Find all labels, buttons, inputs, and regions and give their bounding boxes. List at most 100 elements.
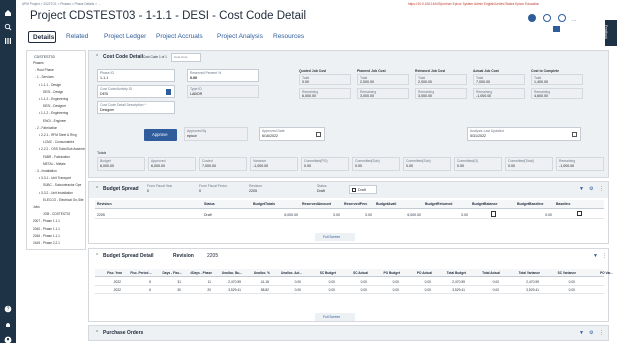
menu-icon[interactable] bbox=[4, 32, 12, 44]
tab-resources[interactable]: Resources bbox=[273, 33, 304, 40]
draft-checkbox[interactable]: Draft bbox=[349, 185, 377, 194]
calendar-icon[interactable] bbox=[572, 132, 577, 137]
tree-item[interactable]: • 2-2.2 - OSS Subs/Sub Assembl bbox=[39, 147, 85, 151]
tab-project-accruals[interactable]: Project Accruals bbox=[156, 33, 203, 40]
tree-item[interactable]: JOB - CDSTEST03 bbox=[43, 212, 70, 216]
tree-item[interactable]: - 3 - Installation bbox=[35, 169, 57, 173]
search-icon[interactable] bbox=[4, 18, 12, 31]
column-header[interactable]: Baseline bbox=[556, 202, 603, 206]
filter-icon[interactable]: ▼ bbox=[579, 330, 584, 336]
column-header[interactable]: Fisc. Year bbox=[96, 271, 122, 275]
tab-project-ledger[interactable]: Project Ledger bbox=[104, 33, 146, 40]
column-header[interactable]: Total Budget bbox=[434, 271, 466, 275]
column-header[interactable]: Revision bbox=[97, 202, 201, 206]
full-screen-button[interactable]: Full Screen bbox=[315, 233, 355, 241]
column-header[interactable]: BudgetBaseline bbox=[517, 202, 553, 206]
column-header[interactable]: Unalloc. Act... bbox=[272, 271, 302, 275]
tree-item[interactable]: ENGI - Engineer bbox=[43, 119, 66, 123]
more-vert-icon[interactable]: ⋮ bbox=[599, 186, 604, 192]
cost-code-field[interactable]: Cost Code/Activity ID DESI bbox=[97, 85, 175, 98]
column-header[interactable]: BudgetReturned bbox=[425, 202, 469, 206]
column-header[interactable]: Unalloc. % bbox=[244, 271, 270, 275]
column-header[interactable]: ReservedPerc bbox=[344, 202, 373, 206]
tab-related[interactable]: Related bbox=[66, 33, 88, 40]
budget-spread-detail-section: ⌃ Budget Spread Detail Revision 2205 ▼ ⋮… bbox=[88, 248, 613, 322]
overflow-icon[interactable]: ... bbox=[572, 17, 576, 23]
tree-item[interactable]: • 1-1.2 - Engineering bbox=[39, 97, 68, 101]
filter-icon[interactable]: ▼ bbox=[579, 186, 584, 192]
baseline-checkbox[interactable] bbox=[577, 211, 582, 216]
column-header[interactable]: Status bbox=[204, 202, 250, 206]
feedback-tab[interactable]: Feedback bbox=[604, 20, 617, 46]
gear-icon[interactable] bbox=[543, 14, 551, 22]
tree-item[interactable]: FABR - Fabrication bbox=[43, 155, 70, 159]
tree-item[interactable]: METAL - Metals bbox=[43, 162, 66, 166]
tree-item[interactable]: • 1-1.1 - Design bbox=[39, 83, 61, 87]
column-header[interactable]: ReservedAmount bbox=[302, 202, 341, 206]
tree-item[interactable]: • 3-3.2 - Unit Installation bbox=[39, 191, 73, 195]
approved-date-field[interactable]: Approved Date 6/16/2022 bbox=[259, 127, 325, 141]
more-icon[interactable] bbox=[558, 14, 566, 22]
column-header[interactable]: PO Actual bbox=[402, 271, 432, 275]
column-header[interactable]: BudgetAvail bbox=[376, 202, 422, 206]
notifications-icon[interactable] bbox=[4, 316, 12, 327]
column-header[interactable]: BudgetBalance bbox=[472, 202, 514, 206]
column-header[interactable]: BudgetTotals bbox=[253, 202, 299, 206]
tree-item[interactable]: DESI - Designer bbox=[43, 104, 66, 108]
calendar-icon[interactable] bbox=[316, 132, 321, 137]
tree-item[interactable]: DESI - Design bbox=[43, 90, 63, 94]
tree-item[interactable]: • 3-3.1 - Unit Transport bbox=[39, 176, 71, 180]
phase-id-field[interactable]: Phase ID 1-1.1 bbox=[97, 69, 175, 82]
settings-icon[interactable]: ⚙ bbox=[589, 330, 593, 336]
more-vert-icon[interactable]: ⋮ bbox=[602, 253, 607, 259]
tab-details[interactable]: Details bbox=[28, 31, 56, 43]
tree-item[interactable]: Phases bbox=[33, 61, 44, 65]
settings-icon[interactable]: ⚙ bbox=[589, 186, 593, 192]
user-avatar-icon[interactable] bbox=[4, 331, 12, 343]
full-screen-button[interactable]: Full Screen bbox=[315, 313, 355, 321]
collapse-icon[interactable]: ⌃ bbox=[95, 253, 99, 259]
help-icon[interactable]: ? bbox=[4, 300, 12, 313]
tree-item[interactable]: ELECCO - Electrical On-Site bbox=[43, 198, 84, 202]
home-icon[interactable] bbox=[4, 4, 12, 16]
tree-item[interactable]: - Root Phase bbox=[35, 68, 54, 72]
column-header[interactable]: Unalloc. Bu... bbox=[214, 271, 242, 275]
breadcrumb[interactable]: APM Project > 2022TG1 > Phases > Phase D… bbox=[22, 2, 101, 6]
column-header[interactable]: SC Budget bbox=[304, 271, 336, 275]
collapse-icon[interactable]: ⌃ bbox=[95, 330, 99, 336]
column-header[interactable]: #Days - Phase bbox=[184, 271, 212, 275]
filter-icon[interactable]: ▼ bbox=[593, 253, 598, 259]
tree-item[interactable]: SUBC - Subcontractor Ope bbox=[43, 183, 81, 187]
add-icon[interactable] bbox=[528, 14, 536, 22]
collapse-icon[interactable]: ⌃ bbox=[95, 186, 99, 192]
lookup-icon[interactable] bbox=[166, 89, 171, 95]
tree-item[interactable]: 2445 - Phase 2.2.1 bbox=[33, 241, 60, 245]
calculator-icon[interactable] bbox=[491, 211, 496, 217]
tree-item[interactable]: 2040 - Phase 1.1.1 bbox=[33, 227, 60, 231]
tree-item[interactable]: Jobs bbox=[33, 205, 40, 209]
tab-project-analysis[interactable]: Project Analysis bbox=[217, 33, 263, 40]
column-header[interactable]: PO Var... bbox=[578, 271, 613, 275]
tree-item[interactable]: - 1 - Services bbox=[35, 75, 54, 79]
reserved-percent-field[interactable]: Reserved Percent % 0.00 bbox=[187, 69, 259, 82]
collapse-icon[interactable]: ⌃ bbox=[95, 54, 99, 60]
tree-item[interactable]: • 2-2.1 - RFM Steel & Ring bbox=[39, 133, 77, 137]
tree-item[interactable]: 2007 - Phase 1.1.1 bbox=[33, 219, 60, 223]
column-header[interactable]: SC Variance bbox=[542, 271, 576, 275]
more-vert-icon[interactable]: ⋮ bbox=[599, 330, 604, 336]
column-header[interactable]: Total Actual bbox=[468, 271, 500, 275]
tree-root[interactable]: CDSTEST03 bbox=[34, 55, 55, 59]
column-header[interactable]: PO Budget bbox=[370, 271, 400, 275]
tree-item[interactable]: 2046 - Phase 1.1.1 bbox=[33, 234, 60, 238]
tree-item[interactable]: LCMC - Consumables bbox=[43, 140, 74, 144]
cost-code-select[interactable]: Cost Cod... bbox=[171, 53, 201, 62]
detail-description-field[interactable]: Cost Code Detail Description * Designer bbox=[97, 101, 175, 114]
column-header[interactable]: Fisc. Period ... bbox=[124, 271, 152, 275]
column-header[interactable]: Days - Fisc... bbox=[154, 271, 183, 275]
column-header[interactable]: Total Variance bbox=[502, 271, 540, 275]
tree-item[interactable]: • 1-1.2 - Engineering bbox=[39, 111, 68, 115]
analysis-date-field[interactable]: Analysis Last Updated 5/31/2022 bbox=[467, 127, 581, 141]
approve-button[interactable]: Approve bbox=[144, 129, 177, 141]
column-header[interactable]: SC Actual bbox=[338, 271, 368, 275]
tree-item[interactable]: - 2 - Fabrication bbox=[35, 126, 57, 130]
